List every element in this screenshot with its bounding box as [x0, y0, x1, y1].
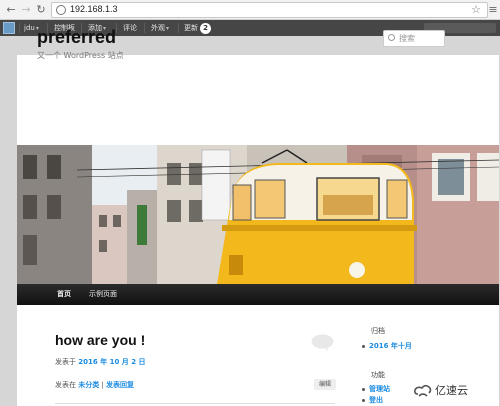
archive-link[interactable]: 2016 年十月 [369, 342, 412, 350]
comment-bubble-icon[interactable] [311, 334, 334, 352]
post-title[interactable]: how are you ! [55, 332, 145, 348]
back-icon[interactable]: ← [4, 3, 18, 17]
bullet [362, 398, 365, 402]
archive-item[interactable]: 2016 年十月 [362, 341, 412, 351]
address-bar[interactable]: 192.168.1.3 ☆ [51, 2, 488, 18]
post-meta: 发表于 2016 年 10 月 2 日 [55, 357, 146, 367]
cloud-logo-icon [414, 384, 432, 397]
url-text: 192.168.1.3 [70, 4, 118, 14]
site-admin-link[interactable]: 管理站 [369, 385, 390, 393]
watermark-text: 亿速云 [435, 384, 468, 397]
meta-item-logout[interactable]: 登出 [362, 395, 383, 405]
browser-toolbar: ← → ↻ 192.168.1.3 ☆ ≡ [0, 0, 500, 20]
wordpress-logo-icon[interactable] [3, 22, 15, 34]
reload-icon[interactable]: ↻ [34, 3, 48, 17]
menu-icon[interactable]: ≡ [486, 3, 500, 17]
nav-item-sample-page[interactable]: 示例页面 [89, 284, 117, 305]
archives-widget-title: 归档 [371, 327, 385, 335]
footer-prefix: 发表在 [55, 381, 76, 389]
logout-link[interactable]: 登出 [369, 396, 383, 404]
nav-item-home[interactable]: 首页 [57, 284, 71, 305]
tram-photo [17, 145, 499, 284]
separator [116, 23, 117, 33]
post-footer: 发表在 未分类 | 发表回复 [55, 380, 134, 390]
watermark: 亿速云 [414, 382, 468, 400]
caret-down-icon: ▾ [166, 25, 170, 32]
separator [19, 23, 20, 33]
divider [55, 403, 335, 404]
separator [144, 23, 145, 33]
admin-updates-link[interactable]: 更新 2 [184, 20, 211, 36]
post-date-link[interactable]: 2016 年 10 月 2 日 [78, 358, 145, 366]
bullet [362, 344, 365, 348]
update-count-badge: 2 [200, 22, 211, 34]
bullet [362, 387, 365, 391]
admin-comments-link[interactable]: 评论 [123, 20, 137, 36]
globe-icon [56, 5, 66, 15]
meta-widget-title: 功能 [371, 371, 385, 379]
edit-button[interactable]: 编辑 [314, 379, 336, 390]
reply-link[interactable]: 发表回复 [106, 381, 134, 389]
meta-prefix: 发表于 [55, 358, 76, 366]
site-title[interactable]: preferred [37, 27, 116, 48]
site-description: 又一个 WordPress 站点 [37, 51, 124, 60]
site-search-input[interactable]: 搜索 [383, 30, 445, 47]
bookmark-star-icon[interactable]: ☆ [471, 3, 481, 16]
search-placeholder: 搜索 [399, 34, 415, 43]
search-icon [388, 34, 395, 41]
category-link[interactable]: 未分类 [78, 381, 99, 389]
header-image [17, 145, 499, 284]
admin-appearance-menu[interactable]: 外观▾ [151, 20, 169, 36]
main-navigation: 首页 示例页面 [17, 284, 499, 305]
meta-item-admin[interactable]: 管理站 [362, 384, 390, 394]
forward-icon[interactable]: → [19, 3, 33, 17]
separator [178, 23, 179, 33]
